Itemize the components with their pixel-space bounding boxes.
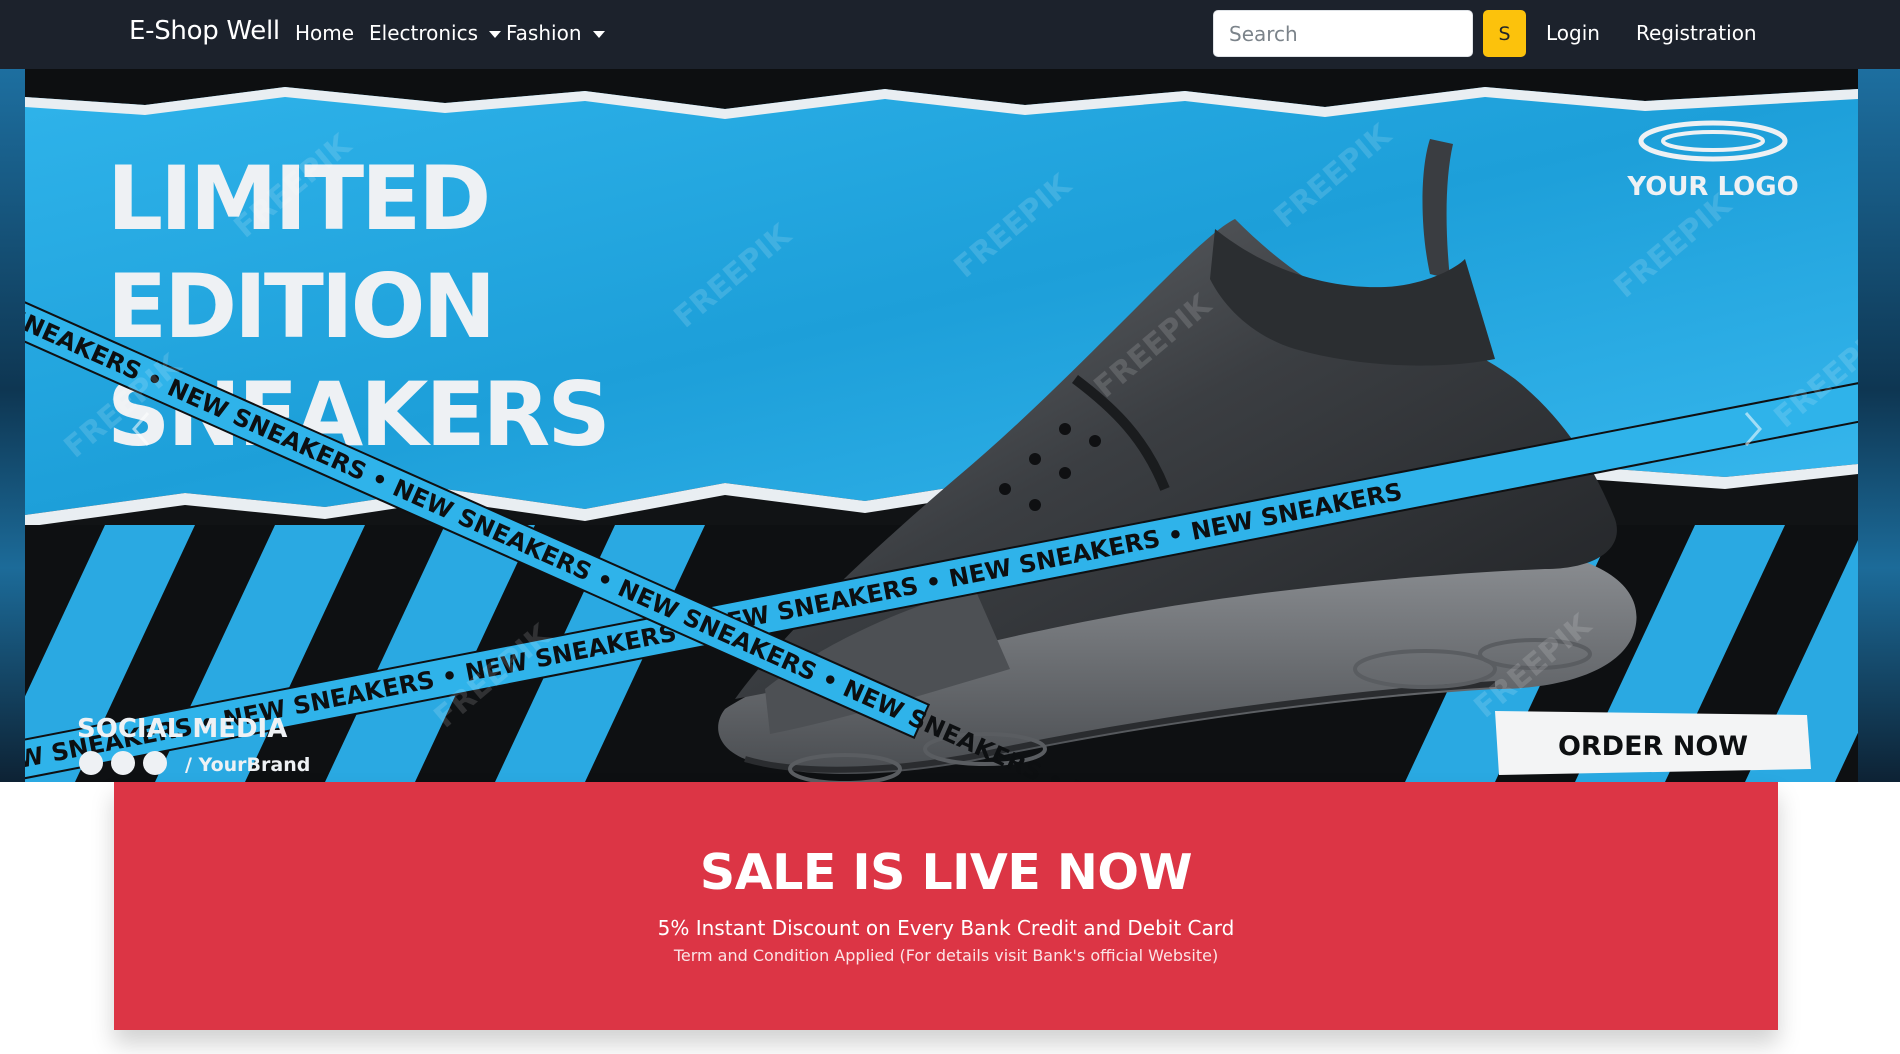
nav-electronics-label: Electronics <box>369 21 479 45</box>
nav-home-link[interactable]: Home <box>295 21 354 45</box>
chevron-down-icon <box>489 30 502 38</box>
carousel-next-button[interactable] <box>1724 399 1784 459</box>
registration-link[interactable]: Registration <box>1636 21 1757 45</box>
navbar: E-Shop Well Home Electronics Fashion S L… <box>0 0 1900 69</box>
sale-subtitle: 5% Instant Discount on Every Bank Credit… <box>657 916 1235 940</box>
order-now-badge: ORDER NOW <box>1495 711 1811 775</box>
instagram-icon <box>143 751 167 775</box>
brand-logo[interactable]: E-Shop Well <box>129 16 280 46</box>
search-button[interactable]: S <box>1483 10 1526 57</box>
nav-fashion-label: Fashion <box>506 21 582 45</box>
carousel-prev-slide-edge <box>0 69 25 782</box>
sale-banner: SALE IS LIVE NOW 5% Instant Discount on … <box>114 782 1778 1030</box>
carousel-next-slide-edge <box>1858 69 1900 782</box>
twitter-icon <box>111 751 135 775</box>
nav-electronics-dropdown[interactable]: Electronics <box>369 21 502 45</box>
chevron-right-icon <box>1744 412 1762 446</box>
social-handle: / YourBrand <box>185 754 310 776</box>
order-now-text: ORDER NOW <box>1558 731 1748 762</box>
registration-label: Registration <box>1636 21 1757 45</box>
carousel-slide-image: LIMITED EDITION SNEAKERS YOUR LOGO NEW S… <box>25 69 1858 782</box>
headline-line-2: EDITION <box>107 255 493 358</box>
sale-title: SALE IS LIVE NOW <box>699 844 1193 901</box>
chevron-down-icon <box>592 30 605 38</box>
chevron-left-icon <box>132 412 150 446</box>
sneaker-banner-graphic: LIMITED EDITION SNEAKERS YOUR LOGO NEW S… <box>25 69 1858 782</box>
nav-home-label: Home <box>295 21 355 45</box>
search-input[interactable] <box>1213 10 1473 57</box>
login-label: Login <box>1546 21 1600 45</box>
hero-carousel: LIMITED EDITION SNEAKERS YOUR LOGO NEW S… <box>0 69 1900 782</box>
carousel-prev-button[interactable] <box>110 399 170 459</box>
social-media-title: SOCIAL MEDIA <box>77 714 287 744</box>
sale-terms-note: Term and Condition Applied (For details … <box>673 946 1219 965</box>
facebook-icon <box>79 751 103 775</box>
nav-fashion-dropdown[interactable]: Fashion <box>506 21 605 45</box>
login-link[interactable]: Login <box>1546 21 1600 45</box>
